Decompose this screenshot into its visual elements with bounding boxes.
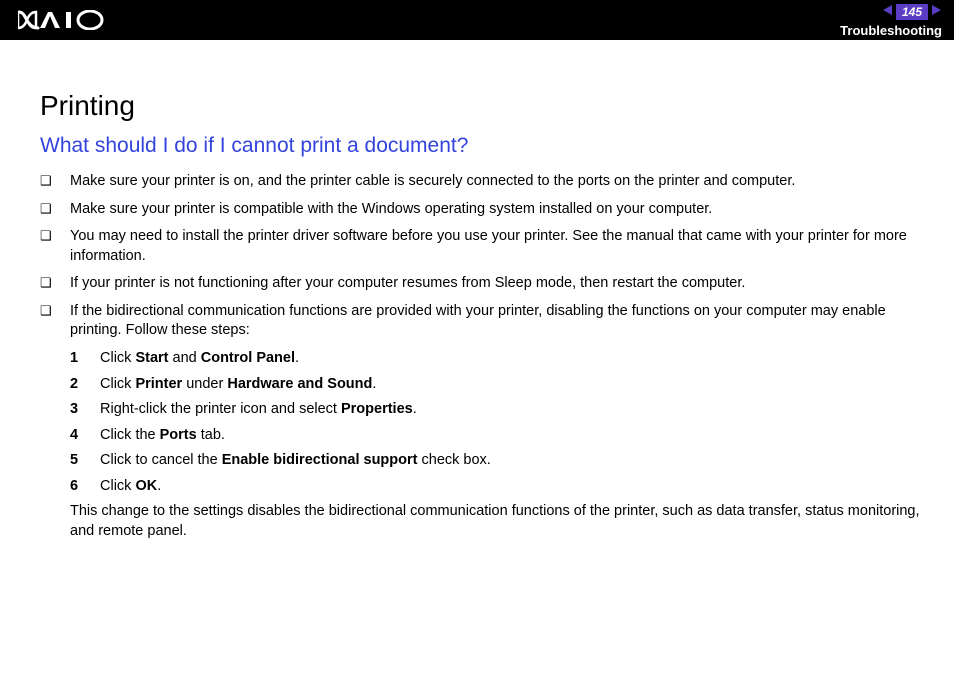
list-item: ❑ If your printer is not functioning aft…: [40, 274, 926, 294]
next-page-icon[interactable]: [930, 3, 942, 21]
page-content: Printing What should I do if I cannot pr…: [0, 40, 954, 541]
list-item: ❑ If the bidirectional communication fun…: [40, 302, 926, 341]
step-item: 6 Click OK.: [70, 477, 926, 497]
step-item: 1 Click Start and Control Panel.: [70, 349, 926, 369]
bullet-icon: ❑: [40, 302, 70, 320]
step-list: 1 Click Start and Control Panel. 2 Click…: [40, 349, 926, 496]
bullet-icon: ❑: [40, 227, 70, 245]
vaio-logo: [18, 10, 110, 30]
list-item: ❑ Make sure your printer is compatible w…: [40, 200, 926, 220]
bullet-icon: ❑: [40, 200, 70, 218]
followup-text: This change to the settings disables the…: [40, 502, 926, 541]
page-number: 145: [896, 4, 928, 20]
step-item: 5 Click to cancel the Enable bidirection…: [70, 451, 926, 471]
page-header: 145 Troubleshooting: [0, 0, 954, 40]
step-item: 3 Right-click the printer icon and selec…: [70, 400, 926, 420]
step-item: 2 Click Printer under Hardware and Sound…: [70, 375, 926, 395]
page-navigation: 145: [882, 3, 942, 21]
section-label: Troubleshooting: [840, 23, 942, 38]
bullet-icon: ❑: [40, 172, 70, 190]
bullet-icon: ❑: [40, 274, 70, 292]
page-title: Printing: [40, 90, 926, 122]
bullet-list: ❑ Make sure your printer is on, and the …: [40, 172, 926, 341]
prev-page-icon[interactable]: [882, 3, 894, 21]
list-item: ❑ You may need to install the printer dr…: [40, 227, 926, 266]
step-item: 4 Click the Ports tab.: [70, 426, 926, 446]
question-heading: What should I do if I cannot print a doc…: [40, 134, 926, 158]
list-item: ❑ Make sure your printer is on, and the …: [40, 172, 926, 192]
